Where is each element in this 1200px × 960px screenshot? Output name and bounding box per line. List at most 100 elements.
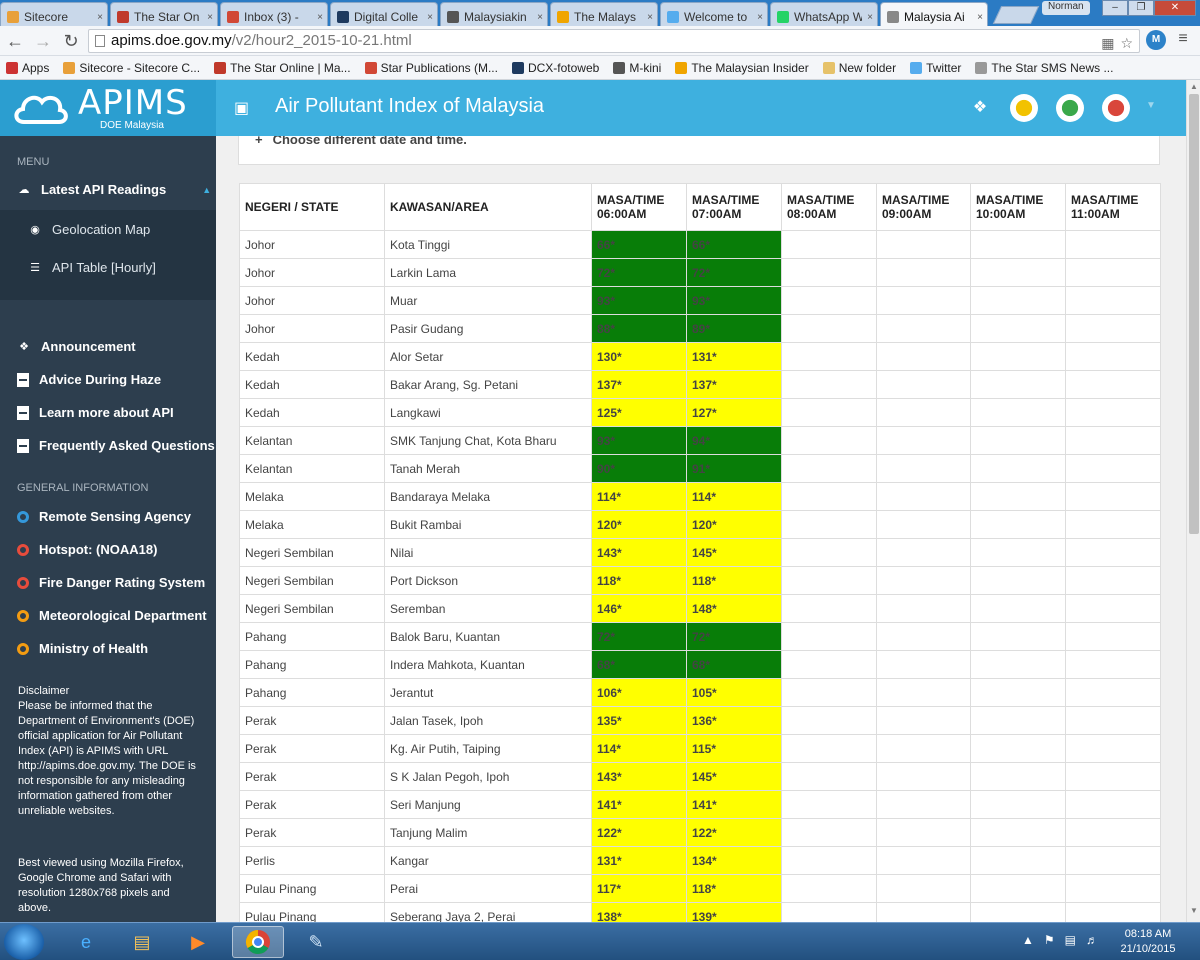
tab-close-icon[interactable]: ×	[97, 12, 103, 23]
api-reading-empty	[970, 566, 1066, 595]
state-cell: Negeri Sembilan	[239, 566, 385, 595]
tab-close-icon[interactable]: ×	[317, 12, 323, 23]
bookmark-item[interactable]: New folder	[822, 61, 896, 75]
browser-tab[interactable]: The Star On ×	[110, 2, 218, 26]
action-center-flag-icon[interactable]: ⚑	[1044, 933, 1055, 947]
tab-close-icon[interactable]: ×	[757, 12, 763, 23]
browser-tab[interactable]: Welcome to ×	[660, 2, 768, 26]
browser-tab[interactable]: Inbox (3) - ×	[220, 2, 328, 26]
area-cell: Tanjung Malim	[384, 818, 592, 847]
sidebar-link-fire-danger-rating[interactable]: Fire Danger Rating System	[17, 575, 205, 590]
volume-icon[interactable]: ♬	[1086, 933, 1098, 947]
government-crest-icon[interactable]	[1010, 94, 1038, 122]
state-cell: Johor	[239, 314, 385, 343]
api-reading-0700: 72*	[686, 622, 782, 651]
tab-close-icon[interactable]: ×	[867, 12, 873, 23]
start-button[interactable]	[4, 924, 44, 960]
maximize-button[interactable]: ❐	[1128, 0, 1154, 16]
extension-icon[interactable]: M	[1146, 30, 1166, 50]
main-content: + Choose different date and time. NEGERI …	[216, 136, 1186, 922]
state-cell: Perlis	[239, 846, 385, 875]
address-bar[interactable]: apims.doe.gov.my/v2/hour2_2015-10-21.htm…	[88, 29, 1140, 53]
expand-icon[interactable]: ▣	[234, 98, 252, 117]
bookmark-item[interactable]: The Star Online | Ma...	[214, 61, 351, 75]
ministry-logo-icon[interactable]	[1102, 94, 1130, 122]
forward-arrow-icon[interactable]: →	[32, 30, 54, 52]
scrollbar-thumb[interactable]	[1189, 94, 1199, 534]
tray-expand-icon[interactable]: ▲	[1022, 933, 1034, 947]
sidebar-item-api-table[interactable]: ☰ API Table [Hourly]	[28, 260, 156, 275]
api-reading-empty	[1065, 594, 1161, 623]
broadcast-icon[interactable]: ❖	[966, 94, 994, 122]
browser-tab[interactable]: Malaysiakin ×	[440, 2, 548, 26]
sidebar-item-announcement[interactable]: ❖ Announcement	[17, 339, 136, 354]
date-selector-toggle[interactable]: + Choose different date and time.	[238, 136, 1160, 165]
sidebar-link-remote-sensing[interactable]: Remote Sensing Agency	[17, 509, 191, 524]
api-table: NEGERI / STATE KAWASAN/AREA MASA/TIME 06:00…	[239, 183, 1161, 922]
bookmark-star-icon[interactable]: ☆	[1120, 32, 1133, 54]
sidebar-link-meteorological-department[interactable]: Meteorological Department	[17, 608, 207, 623]
api-reading-empty	[876, 622, 971, 651]
browser-tab[interactable]: Sitecore ×	[0, 2, 108, 26]
api-reading-empty	[876, 258, 971, 287]
close-window-button[interactable]: ✕	[1154, 0, 1196, 16]
sidebar-item-label: Geolocation Map	[52, 222, 151, 237]
page-scrollbar[interactable]: ▲ ▼	[1186, 80, 1200, 922]
tab-close-icon[interactable]: ×	[977, 12, 983, 23]
sidebar-item-latest-api[interactable]: ☁ Latest API Readings ▲	[17, 182, 212, 197]
clock-time: 08:18 AM	[1124, 928, 1172, 940]
media-player-icon[interactable]: ▶	[172, 926, 224, 958]
doe-logo-icon[interactable]	[1056, 94, 1084, 122]
bookmark-item[interactable]: M-kini	[613, 61, 661, 75]
api-reading-0600: 90*	[591, 454, 687, 483]
sidebar-item-learn-api[interactable]: Learn more about API	[17, 405, 174, 420]
sidebar-item-geolocation-map[interactable]: ◉ Geolocation Map	[28, 222, 150, 237]
bookmark-item[interactable]: DCX-fotoweb	[511, 61, 599, 75]
internet-explorer-icon[interactable]: e	[60, 926, 112, 958]
scroll-down-icon[interactable]: ▼	[1189, 906, 1199, 918]
bookmark-label: The Star Online | Ma...	[230, 60, 351, 75]
bookmark-item[interactable]: Star Publications (M...	[364, 61, 498, 75]
state-cell: Kedah	[239, 370, 385, 399]
api-reading-empty	[876, 370, 971, 399]
sidebar-link-hotspot-noaa18[interactable]: Hotspot: (NOAA18)	[17, 542, 157, 557]
new-tab-button[interactable]	[992, 6, 1040, 24]
reload-icon[interactable]: ↻	[60, 30, 82, 52]
api-reading-0700: 145*	[686, 762, 782, 791]
translate-icon[interactable]: ▦	[1101, 32, 1114, 54]
api-reading-0600: 118*	[591, 566, 687, 595]
logo[interactable]: APIMS DOE Malaysia	[0, 80, 216, 136]
notepad-icon[interactable]: ✎	[290, 926, 342, 958]
bookmark-item[interactable]: The Star SMS News ...	[975, 61, 1113, 75]
bookmark-item[interactable]: The Malaysian Insider	[675, 61, 809, 75]
sidebar-link-ministry-of-health[interactable]: Ministry of Health	[17, 641, 148, 656]
sidebar-item-faq[interactable]: Frequently Asked Questions	[17, 438, 215, 453]
area-cell: Alor Setar	[384, 342, 592, 371]
bookmark-item[interactable]: Twitter	[910, 61, 961, 75]
tab-close-icon[interactable]: ×	[207, 12, 213, 23]
sidebar-item-advice-haze[interactable]: Advice During Haze	[17, 372, 161, 387]
tab-close-icon[interactable]: ×	[537, 12, 543, 23]
chrome-icon[interactable]	[232, 926, 284, 958]
chevron-down-icon[interactable]: ▼	[1146, 100, 1156, 111]
bookmarks-bar: Apps Sitecore - Sitecore C... The Star Onl…	[0, 56, 1200, 80]
bookmark-item[interactable]: Sitecore - Sitecore C...	[63, 61, 200, 75]
bookmark-item[interactable]: Apps	[6, 61, 49, 75]
bookmark-favicon-icon	[910, 61, 923, 74]
back-arrow-icon[interactable]: ←	[4, 30, 26, 52]
bookmark-favicon-icon	[822, 61, 835, 74]
profile-badge[interactable]: Norman	[1042, 1, 1090, 15]
scroll-up-icon[interactable]: ▲	[1189, 82, 1199, 94]
browser-menu-icon[interactable]: ≡	[1174, 30, 1192, 50]
browser-tab[interactable]: Digital Colle ×	[330, 2, 438, 26]
api-reading-empty	[781, 230, 877, 259]
tab-close-icon[interactable]: ×	[427, 12, 433, 23]
tab-close-icon[interactable]: ×	[647, 12, 653, 23]
network-icon[interactable]: ▤	[1065, 933, 1076, 947]
system-clock[interactable]: 08:18 AM 21/10/2015	[1116, 927, 1180, 957]
file-explorer-icon[interactable]: ▤	[116, 926, 168, 958]
minimize-button[interactable]: –	[1102, 0, 1128, 16]
browser-tab[interactable]: WhatsApp W ×	[770, 2, 878, 26]
browser-tab[interactable]: The Malays ×	[550, 2, 658, 26]
browser-tab[interactable]: Malaysia Ai ×	[880, 2, 988, 26]
